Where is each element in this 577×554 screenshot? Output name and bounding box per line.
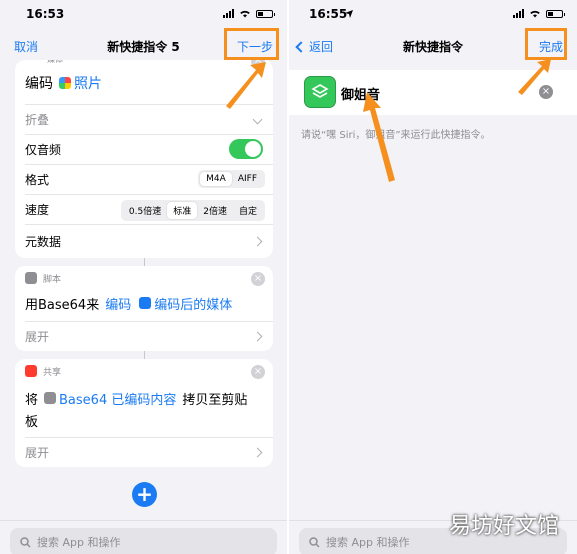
wifi-icon [240, 10, 250, 18]
card-category: 共享 [43, 367, 62, 378]
remove-action-button[interactable]: × [251, 365, 265, 379]
location-icon [345, 10, 353, 18]
signal-icon [513, 9, 524, 18]
chevron-right-icon [252, 236, 263, 246]
remove-action-button[interactable]: × [251, 272, 265, 286]
photos-icon [59, 77, 71, 89]
next-button-highlight [224, 28, 279, 60]
expand-row[interactable]: 展开 [15, 321, 273, 351]
action-connector [144, 351, 145, 359]
search-icon [309, 536, 320, 548]
shortcut-app-icon[interactable] [304, 76, 336, 108]
watermark: 易坊好文馆 [448, 514, 559, 539]
chevron-right-icon [252, 331, 263, 341]
speed-segmented-control: 0.5倍速 标准 2倍速 自定 [120, 200, 265, 221]
speed-option-half[interactable]: 0.5倍速 [123, 202, 167, 219]
variable-icon [139, 297, 152, 309]
add-action-button[interactable]: + [132, 482, 157, 507]
chevron-right-icon [252, 447, 263, 457]
annotation-arrow [518, 59, 551, 95]
mode-param-token[interactable]: 编码 [105, 294, 131, 313]
annotation-arrow [226, 62, 266, 109]
format-option-m4a[interactable]: M4A [200, 172, 232, 186]
action-summary: 用Base64来 编码 编码后的媒体 [15, 288, 273, 318]
left-panel: 16:53 取消 新快捷指令 5 下一步 媒体 × 编码 照片 折叠 [0, 0, 287, 554]
card-category: 脚本 [43, 274, 62, 285]
card-category: 媒体 [47, 60, 63, 65]
chevron-down-icon [252, 114, 263, 124]
metadata-row[interactable]: 元数据 [15, 226, 273, 256]
audio-only-row: 仅音频 [15, 134, 273, 164]
photos-param-token[interactable]: 照片 [59, 73, 102, 93]
signal-icon [223, 9, 234, 18]
format-row: 格式 M4A AIFF [15, 164, 273, 194]
search-input[interactable]: 搜索 App 和操作 [10, 528, 277, 554]
annotation-arrow [363, 92, 395, 182]
format-segmented-control: M4A AIFF [198, 170, 265, 188]
action-connector [144, 258, 145, 266]
speed-option-double[interactable]: 2倍速 [197, 202, 233, 219]
share-icon [25, 365, 37, 377]
wifi-icon [530, 10, 540, 18]
search-icon [20, 536, 31, 548]
speed-option-custom[interactable]: 自定 [233, 202, 263, 219]
audio-only-toggle[interactable] [229, 139, 263, 159]
status-time: 16:53 [26, 7, 65, 21]
speed-option-normal[interactable]: 标准 [167, 202, 198, 219]
shortcuts-layers-icon [311, 84, 329, 98]
search-bar: 搜索 App 和操作 [0, 520, 287, 554]
input-param-token[interactable]: 编码后的媒体 [139, 294, 232, 313]
speed-row: 速度 0.5倍速 标准 2倍速 自定 [15, 194, 273, 224]
status-bar: 16:55 [289, 0, 577, 30]
battery-icon [256, 9, 275, 18]
copy-to-clipboard-card: 共享 × 将 Base64 已编码内容 拷贝至剪贴 板 展开 [15, 359, 273, 467]
expand-row[interactable]: 展开 [15, 437, 273, 467]
format-option-aiff[interactable]: AIFF [232, 172, 263, 186]
right-panel: 16:55 返回 新快捷指令 完成 御姐音 × 请说“嘿 Siri，御姐音”来运… [289, 0, 577, 554]
base64-card: 脚本 × 用Base64来 编码 编码后的媒体 展开 [15, 266, 273, 351]
script-icon [25, 272, 37, 284]
status-time: 16:55 [309, 7, 348, 21]
variable-icon [44, 392, 57, 404]
battery-icon [546, 9, 565, 18]
status-bar: 16:53 [0, 0, 287, 30]
